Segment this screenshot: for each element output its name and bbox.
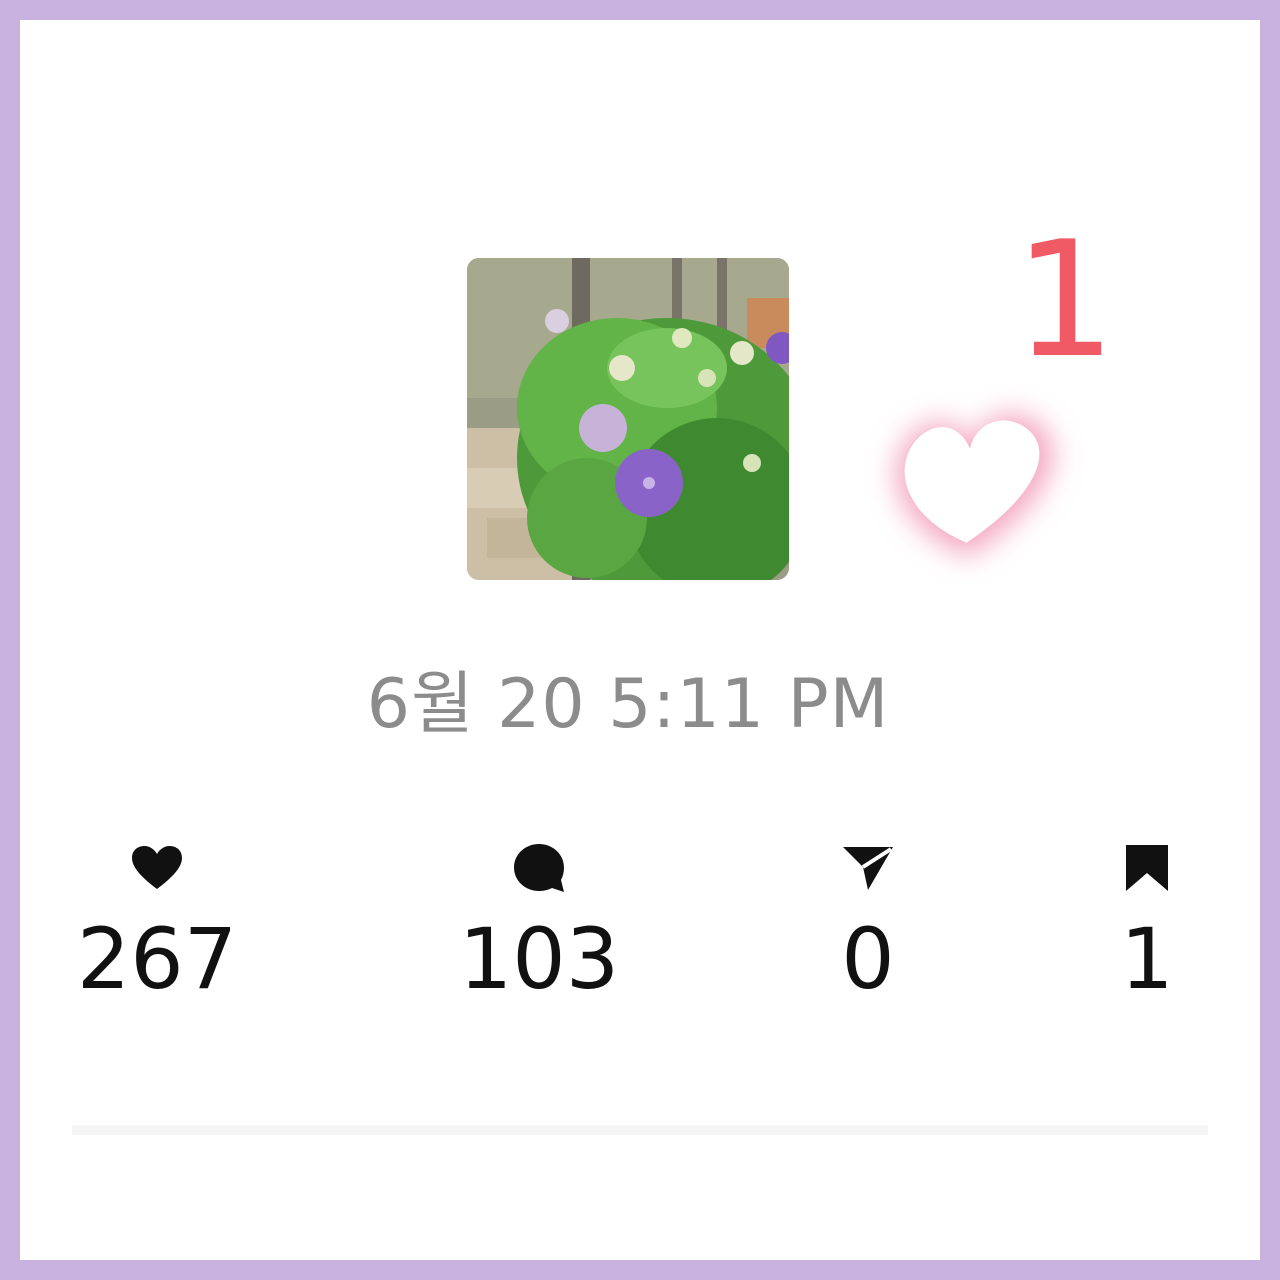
comments-stat[interactable]: 103 [429,842,649,1004]
bookmark-icon [1037,842,1257,894]
heart-sticker-icon [860,370,1100,590]
likes-count: 267 [76,910,238,1008]
comment-bubble-icon [429,842,649,894]
post-timestamp: 6월 20 5:11 PM [366,665,890,744]
post-thumbnail[interactable] [467,258,789,580]
likes-stat[interactable]: 267 [47,842,267,1004]
sticker-number: 1 [1014,206,1116,393]
saves-count: 1 [1120,910,1174,1008]
divider [72,1125,1208,1135]
shares-count: 0 [841,910,895,1008]
heart-icon [47,842,267,894]
comments-count: 103 [458,910,620,1008]
flower-photo [467,258,789,580]
post-insights-card: 1 6월 20 5:11 PM 267 103 0 1 [20,20,1260,1260]
saves-stat[interactable]: 1 [1037,842,1257,1004]
send-icon [758,842,978,894]
shares-stat[interactable]: 0 [758,842,978,1004]
